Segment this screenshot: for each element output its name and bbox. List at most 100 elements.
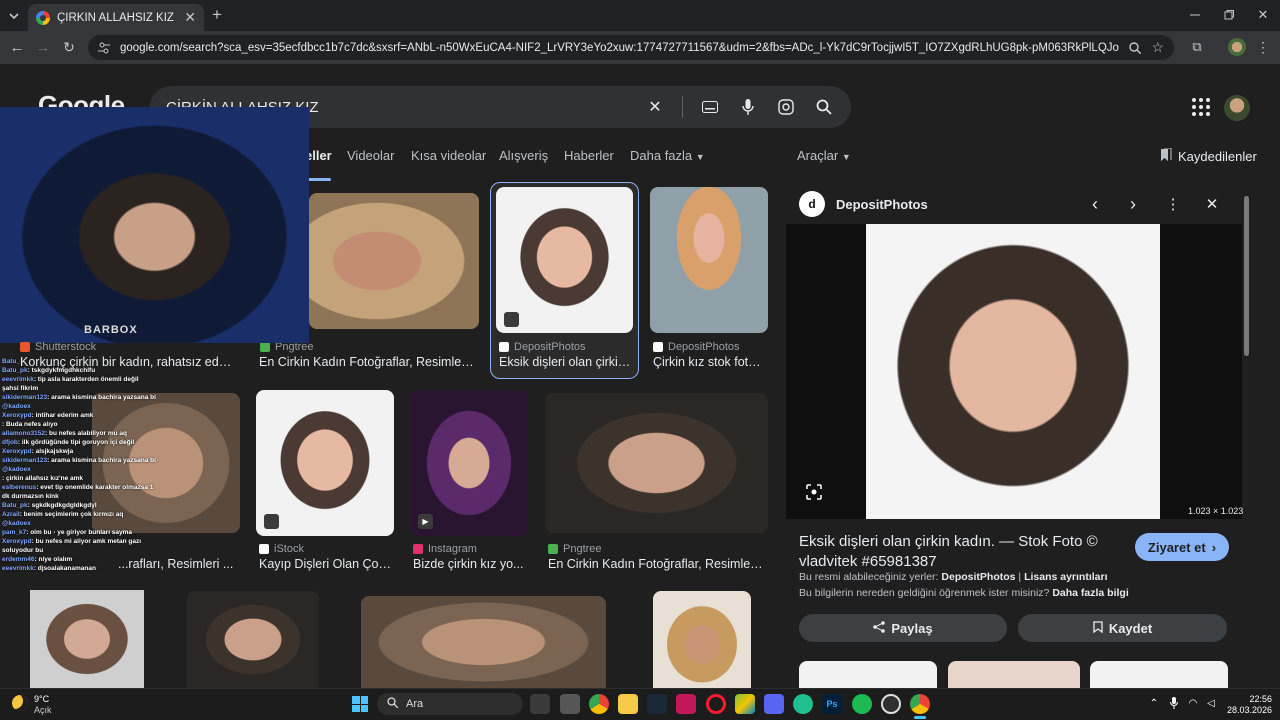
obs-icon[interactable]	[881, 694, 901, 714]
result-image[interactable]	[309, 193, 479, 329]
result-image[interactable]	[361, 596, 606, 688]
chat-text: soluyodur bu	[2, 547, 44, 554]
bluestacks-icon[interactable]	[735, 694, 755, 714]
previous-icon[interactable]: ‹	[1086, 194, 1104, 214]
chat-username: sikiderman123	[2, 457, 48, 464]
result-title[interactable]: Eksik dişleri olan çirkin...	[499, 355, 632, 369]
chat-username: Xeroxypd	[2, 412, 32, 419]
profile-avatar-icon[interactable]	[1228, 38, 1246, 56]
clock-date[interactable]: 28.03.2026	[1226, 705, 1272, 715]
back-icon[interactable]: ←	[8, 38, 26, 56]
result-source[interactable]: Instagram	[413, 543, 477, 555]
share-button[interactable]: Paylaş	[799, 614, 1007, 642]
more-options-icon[interactable]: ⋮	[1164, 195, 1182, 213]
weather-moon-icon[interactable]	[12, 695, 28, 711]
result-image[interactable]	[650, 187, 768, 333]
tab-shopping[interactable]: Alışveriş	[499, 148, 548, 163]
chrome-active-icon[interactable]	[910, 694, 930, 714]
url-text: google.com/search?sca_esv=35ecfdbcc1b7c7…	[120, 41, 1120, 54]
result-image[interactable]	[545, 393, 768, 533]
panel-title[interactable]: Eksik dişleri olan çirkin kadın. — Stok …	[799, 532, 1119, 572]
opera-icon[interactable]	[706, 694, 726, 714]
result-title[interactable]: Çirkin kız stok foto...	[653, 355, 765, 369]
bookmark-star-icon[interactable]: ☆	[1151, 39, 1164, 56]
keyboard-icon[interactable]	[699, 96, 721, 118]
panel-source-name[interactable]: DepositPhotos	[836, 197, 928, 212]
close-tab-icon[interactable]: ✕	[184, 9, 196, 26]
close-window-icon[interactable]: ✕	[1254, 6, 1272, 24]
taskbar-search[interactable]: Ara	[377, 693, 523, 715]
preview-image[interactable]	[866, 224, 1160, 519]
result-source[interactable]: iStock	[259, 543, 304, 555]
result-title[interactable]: Bizde çirkin kız yo...	[413, 557, 525, 571]
tools-button[interactable]: Araçlar ▼	[797, 148, 851, 163]
microphone-icon[interactable]	[1168, 696, 1180, 710]
active-app-indicator	[914, 716, 926, 719]
visit-button[interactable]: Ziyaret et ›	[1135, 533, 1229, 561]
lens-icon[interactable]	[775, 96, 797, 118]
chat-text: : olm bu - ye giriyor bunları sayma	[26, 529, 133, 536]
task-view-icon[interactable]	[530, 694, 550, 714]
wifi-icon[interactable]: ◠	[1186, 696, 1200, 710]
chrome-icon[interactable]	[589, 694, 609, 714]
google-apps-icon[interactable]	[1192, 98, 1210, 116]
next-icon[interactable]: ›	[1124, 194, 1142, 214]
search-icon[interactable]	[813, 96, 835, 118]
voice-search-icon[interactable]	[737, 96, 759, 118]
panel-scrollbar[interactable]	[1244, 196, 1249, 356]
license-source[interactable]: DepositPhotos	[941, 571, 1015, 583]
forward-icon[interactable]: →	[34, 38, 52, 56]
result-image[interactable]	[653, 591, 751, 688]
istock-favicon-icon	[259, 544, 269, 554]
related-image[interactable]	[1090, 661, 1228, 688]
tab-search-icon[interactable]	[6, 8, 22, 24]
photoshop-icon[interactable]: Ps	[822, 694, 842, 714]
volume-icon[interactable]: ◁	[1204, 696, 1218, 710]
address-bar[interactable]: google.com/search?sca_esv=35ecfdbcc1b7c7…	[88, 35, 1174, 60]
result-source[interactable]: DepositPhotos	[653, 341, 740, 353]
restore-icon[interactable]	[1220, 6, 1238, 24]
zoom-icon[interactable]	[1129, 41, 1142, 54]
spotify-icon[interactable]	[852, 694, 872, 714]
extensions-icon[interactable]: ⧉	[1188, 38, 1206, 56]
file-explorer-icon[interactable]	[618, 694, 638, 714]
tab-more[interactable]: Daha fazla ▼	[630, 148, 705, 163]
related-image[interactable]	[948, 661, 1080, 688]
app-icon[interactable]	[793, 694, 813, 714]
result-source[interactable]: DepositPhotos	[499, 341, 586, 353]
related-image[interactable]	[799, 661, 937, 688]
tab-images[interactable]: eller	[305, 148, 332, 163]
license-details-link[interactable]: Lisans ayrıntıları	[1024, 571, 1107, 583]
result-title[interactable]: Kayıp Dişleri Olan Çok...	[259, 557, 392, 571]
tab-short-videos[interactable]: Kısa videolar	[411, 148, 486, 163]
result-source[interactable]: Shutterstock	[20, 341, 96, 353]
site-info-icon[interactable]	[98, 42, 110, 54]
close-panel-icon[interactable]: ✕	[1203, 195, 1221, 213]
clock-time[interactable]: 22:56	[1238, 694, 1272, 704]
clear-icon[interactable]: ✕	[644, 96, 666, 118]
steam-icon[interactable]	[647, 694, 667, 714]
result-title[interactable]: En Cirkin Kadın Fotoğraflar, Resimleri .…	[548, 557, 766, 571]
calendar-app-icon[interactable]	[676, 694, 696, 714]
save-button[interactable]: Kaydet	[1018, 614, 1227, 642]
browser-tab[interactable]: ÇİRKİN ALLAHSIZ KIZ - Google ✕	[28, 4, 204, 31]
weather-desc[interactable]: Açık	[34, 705, 52, 715]
lens-search-icon[interactable]	[804, 482, 824, 502]
account-avatar[interactable]	[1224, 95, 1250, 121]
tab-news[interactable]: Haberler	[564, 148, 614, 163]
weather-temp[interactable]: 9°C	[34, 694, 49, 704]
saved-button[interactable]: Kaydedilenler	[1160, 147, 1257, 165]
browser-menu-icon[interactable]: ⋮	[1256, 38, 1270, 56]
tray-chevron-up-icon[interactable]: ⌃	[1148, 696, 1160, 710]
result-title[interactable]: En Cirkin Kadın Fotoğraflar, Resimleri .…	[259, 355, 474, 369]
minimize-icon[interactable]	[1186, 6, 1204, 24]
new-tab-icon[interactable]: +	[208, 5, 226, 24]
discord-icon[interactable]	[764, 694, 784, 714]
more-info-link[interactable]: Daha fazla bilgi	[1052, 587, 1128, 599]
reload-icon[interactable]: ↻	[60, 38, 78, 56]
app-icon[interactable]	[560, 694, 580, 714]
windows-start-icon[interactable]	[352, 696, 368, 712]
result-source[interactable]: Pngtree	[548, 543, 602, 555]
tab-videos[interactable]: Videolar	[347, 148, 394, 163]
chat-text: : alsjkajskwja	[31, 448, 74, 455]
